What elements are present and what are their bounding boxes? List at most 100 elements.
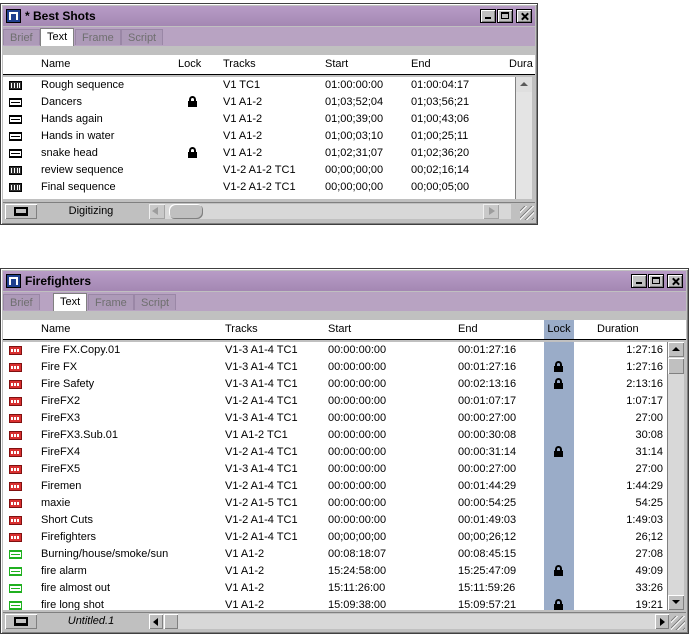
vertical-scrollbar[interactable] bbox=[515, 77, 532, 199]
scroll-up-icon[interactable] bbox=[668, 342, 684, 357]
scroll-down-icon[interactable] bbox=[668, 595, 684, 610]
tab-script[interactable]: Script bbox=[134, 294, 177, 310]
column-tracks[interactable]: Tracks bbox=[225, 323, 258, 335]
column-lock[interactable]: Lock bbox=[178, 58, 201, 70]
tab-text[interactable]: Text bbox=[53, 293, 88, 311]
clip-start: 15:09:38:00 bbox=[328, 599, 387, 610]
minimize-button[interactable] bbox=[631, 274, 647, 288]
tab-brief[interactable]: Brief bbox=[3, 294, 40, 310]
clip-start: 01;00;03;10 bbox=[325, 130, 384, 142]
resize-grip-icon[interactable] bbox=[520, 206, 534, 220]
scroll-right-icon[interactable] bbox=[483, 204, 499, 219]
table-row[interactable]: Final sequence V1-2 A1-2 TC1 00;00;00;00 00… bbox=[3, 179, 515, 196]
tab-text[interactable]: Text bbox=[40, 28, 75, 46]
table-row[interactable]: Firefighters V1-2 A1-4 TC1 00;00;00;00 00;0… bbox=[3, 529, 667, 546]
column-name[interactable]: Name bbox=[41, 58, 70, 70]
tab-frame[interactable]: Frame bbox=[75, 29, 121, 45]
table-row[interactable]: FireFX5 V1-3 A1-4 TC1 00:00:00:00 00:00:27:… bbox=[3, 461, 667, 478]
table-row[interactable]: Firemen V1-2 A1-4 TC1 00:00:00:00 00:01:44:… bbox=[3, 478, 667, 495]
column-start[interactable]: Start bbox=[328, 323, 351, 335]
clip-tracks: V1-2 A1-4 TC1 bbox=[225, 480, 298, 492]
table-row[interactable]: Hands again V1 A1-2 01;00;39;00 01;00;43;06 bbox=[3, 111, 515, 128]
column-start[interactable]: Start bbox=[325, 58, 348, 70]
table-row[interactable]: review sequence V1-2 A1-2 TC1 00;00;00;00 0… bbox=[3, 162, 515, 179]
maximize-button[interactable] bbox=[497, 9, 513, 23]
column-duration[interactable]: Duration bbox=[597, 323, 639, 335]
table-row[interactable]: Fire FX.Copy.01 V1-3 A1-4 TC1 00:00:00:00 0… bbox=[3, 342, 667, 359]
status-bar: Digitizing bbox=[3, 202, 535, 221]
bin-menu-button[interactable] bbox=[5, 204, 37, 219]
scroll-left-icon[interactable] bbox=[149, 204, 165, 219]
column-name[interactable]: Name bbox=[41, 323, 70, 335]
clip-name: FireFX3.Sub.01 bbox=[41, 429, 119, 441]
clip-name: Hands again bbox=[41, 113, 103, 125]
table-row[interactable]: maxie V1-2 A1-5 TC1 00:00:00:00 00:00:54:25… bbox=[3, 495, 667, 512]
clip-name: FireFX2 bbox=[41, 395, 81, 407]
lock-icon bbox=[554, 446, 563, 458]
table-row[interactable]: FireFX3.Sub.01 V1 A1-2 TC1 00:00:00:00 00:0… bbox=[3, 427, 667, 444]
clip-name: Short Cuts bbox=[41, 514, 93, 526]
clip-tracks: V1 TC1 bbox=[223, 79, 261, 91]
clip-end: 00:01:44:29 bbox=[458, 480, 517, 492]
title-bar[interactable]: * Best Shots bbox=[3, 6, 535, 26]
tab-script[interactable]: Script bbox=[121, 29, 164, 45]
table-row[interactable]: FireFX4 V1-2 A1-4 TC1 00:00:00:00 00:00:31:… bbox=[3, 444, 667, 461]
clip-name: Fire FX bbox=[41, 361, 78, 373]
maximize-button[interactable] bbox=[648, 274, 664, 288]
table-row[interactable]: snake head V1 A1-2 01;02;31;07 01;02;36;20 bbox=[3, 145, 515, 162]
view-tabs: Brief Text Frame Script bbox=[3, 27, 535, 46]
sequence-icon bbox=[9, 380, 22, 389]
resize-grip-icon[interactable] bbox=[671, 616, 685, 630]
close-button[interactable] bbox=[516, 9, 532, 23]
tab-frame[interactable]: Frame bbox=[88, 294, 134, 310]
table-row[interactable]: Dancers V1 A1-2 01;03;52;04 01;03;56;21 bbox=[3, 94, 515, 111]
clip-tracks: V1-2 A1-4 TC1 bbox=[225, 395, 298, 407]
master-clip-icon bbox=[9, 132, 22, 141]
scroll-right-icon[interactable] bbox=[655, 614, 669, 629]
vertical-scrollbar[interactable] bbox=[667, 342, 684, 610]
sequence-icon bbox=[9, 448, 22, 457]
scroll-thumb[interactable] bbox=[164, 614, 178, 629]
table-row[interactable]: Hands in water V1 A1-2 01;00;03;10 01;00;25… bbox=[3, 128, 515, 145]
table-row[interactable]: fire alarm V1 A1-2 15:24:58:00 15:25:47:09 4… bbox=[3, 563, 667, 580]
minimize-button[interactable] bbox=[480, 9, 496, 23]
clip-name: FireFX3 bbox=[41, 412, 81, 424]
scroll-up-icon[interactable] bbox=[516, 77, 532, 92]
clip-duration: 30:08 bbox=[635, 429, 663, 441]
clip-tracks: V1-3 A1-4 TC1 bbox=[225, 378, 298, 390]
table-row[interactable]: fire long shot V1 A1-2 15:09:38:00 15:09:57… bbox=[3, 597, 667, 610]
table-row[interactable]: Short Cuts V1-2 A1-4 TC1 00:00:00:00 00:01:… bbox=[3, 512, 667, 529]
column-end[interactable]: End bbox=[458, 323, 478, 335]
title-bar[interactable]: Firefighters bbox=[3, 271, 686, 291]
table-row[interactable]: fire almost out V1 A1-2 15:11:26:00 15:11:5… bbox=[3, 580, 667, 597]
table-row[interactable]: Burning/house/smoke/sun V1 A1-2 00:08:18:0… bbox=[3, 546, 667, 563]
column-lock[interactable]: Lock bbox=[544, 320, 574, 339]
scroll-thumb[interactable] bbox=[169, 204, 203, 219]
horizontal-scrollbar[interactable] bbox=[149, 204, 511, 219]
horizontal-scrollbar[interactable] bbox=[149, 614, 669, 629]
column-tracks[interactable]: Tracks bbox=[223, 58, 256, 70]
status-text: Digitizing bbox=[68, 205, 114, 217]
tab-brief[interactable]: Brief bbox=[3, 29, 40, 45]
sequence-icon bbox=[9, 363, 22, 372]
table-row[interactable]: FireFX2 V1-2 A1-4 TC1 00:00:00:00 00:01:07:… bbox=[3, 393, 667, 410]
clip-end: 15:25:47:09 bbox=[458, 565, 517, 577]
clip-end: 01;02;36;20 bbox=[411, 147, 470, 159]
table-row[interactable]: Rough sequence V1 TC1 01:00:00:00 01:00:04:… bbox=[3, 77, 515, 94]
master-clip-icon bbox=[9, 149, 22, 158]
clip-tracks: V1-2 A1-4 TC1 bbox=[225, 446, 298, 458]
clip-start: 00:00:00:00 bbox=[328, 378, 387, 390]
clip-end: 00:01:07:17 bbox=[458, 395, 517, 407]
close-button[interactable] bbox=[667, 274, 683, 288]
scroll-thumb[interactable] bbox=[668, 358, 684, 374]
table-row[interactable]: Fire Safety V1-3 A1-4 TC1 00:00:00:00 00:02… bbox=[3, 376, 667, 393]
scroll-left-icon[interactable] bbox=[149, 614, 163, 629]
clip-name: fire long shot bbox=[41, 599, 104, 610]
clip-start: 15:24:58:00 bbox=[328, 565, 387, 577]
table-row[interactable]: FireFX3 V1-3 A1-4 TC1 00:00:00:00 00:00:27:… bbox=[3, 410, 667, 427]
column-duration[interactable]: Dura bbox=[509, 58, 533, 70]
lock-icon bbox=[554, 599, 563, 610]
column-end[interactable]: End bbox=[411, 58, 431, 70]
bin-menu-button[interactable] bbox=[5, 614, 37, 629]
table-row[interactable]: Fire FX V1-3 A1-4 TC1 00:00:00:00 00:01:27:… bbox=[3, 359, 667, 376]
